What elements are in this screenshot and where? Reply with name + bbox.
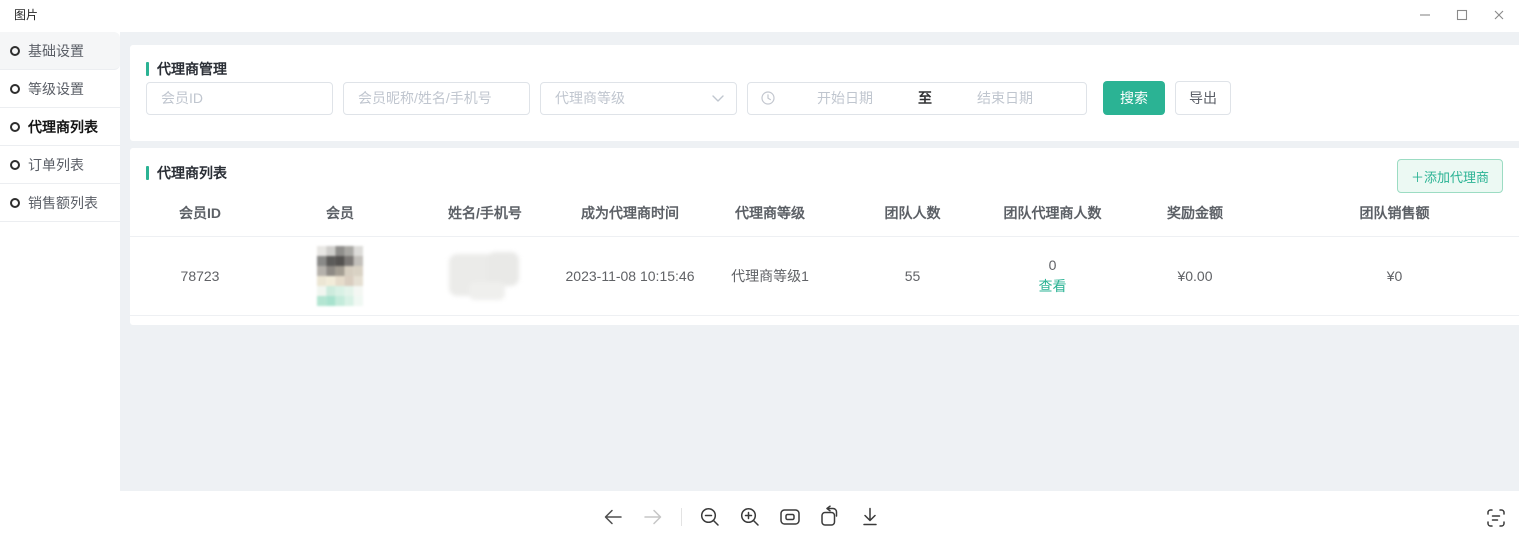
circle-icon (10, 122, 20, 132)
table-title-text: 代理商列表 (157, 163, 227, 183)
viewer-toolbar (601, 505, 882, 529)
circle-icon (10, 46, 20, 56)
sidebar-item-label: 等级设置 (28, 79, 84, 99)
column-header-member: 会员 (270, 203, 410, 223)
table-title: 代理商列表 (146, 163, 227, 183)
agent-level-select[interactable]: 代理商等级 (540, 82, 737, 115)
team-agent-count-value: 0 (1049, 257, 1057, 273)
table-header-row: 会员ID 会员 姓名/手机号 成为代理商时间 代理商等级 团队人数 团队代理商人… (130, 196, 1519, 230)
start-date-input[interactable] (776, 90, 914, 106)
circle-icon (10, 84, 20, 94)
image-viewer-window: 图片 基础设置 等级设置 代理商列表 订单列表 (0, 0, 1519, 535)
agent-management-panel: 代理商管理 代理商等级 至 (130, 45, 1519, 141)
avatar (317, 246, 363, 306)
minimize-icon (1419, 9, 1431, 21)
sidebar-item-level-settings[interactable]: 等级设置 (0, 70, 120, 108)
view-link[interactable]: 查看 (1039, 276, 1067, 296)
cell-team-agent-count: 0 查看 (985, 257, 1120, 296)
title-accent-bar (146, 166, 149, 180)
date-range-picker[interactable]: 至 (747, 82, 1087, 115)
viewer-footer (0, 491, 1519, 535)
end-date-input[interactable] (936, 90, 1074, 106)
maximize-icon (1456, 9, 1468, 21)
cell-member-avatar (270, 246, 410, 306)
cell-agent-level: 代理商等级1 (700, 266, 840, 286)
cell-team-count: 55 (840, 268, 985, 284)
member-name-input[interactable] (343, 82, 530, 115)
search-form: 代理商等级 至 搜索 导出 (146, 81, 1231, 115)
column-header-member-id: 会员ID (130, 203, 270, 223)
panel-title-text: 代理商管理 (157, 59, 227, 79)
column-header-reward-amount: 奖励金额 (1120, 203, 1270, 223)
panel-title: 代理商管理 (146, 59, 227, 79)
cell-member-id: 78723 (130, 268, 270, 284)
download-icon (858, 505, 882, 529)
title-accent-bar (146, 62, 149, 76)
column-header-team-count: 团队人数 (840, 203, 985, 223)
back-icon (601, 505, 625, 529)
titlebar: 图片 (0, 0, 1519, 32)
circle-icon (10, 198, 20, 208)
maximize-button[interactable] (1443, 0, 1480, 30)
cell-reward-amount: ¥0.00 (1120, 268, 1270, 284)
back-button[interactable] (601, 505, 625, 529)
sidebar: 基础设置 等级设置 代理商列表 订单列表 销售额列表 (0, 32, 120, 491)
cell-become-time: 2023-11-08 10:15:46 (560, 268, 700, 284)
column-header-agent-level: 代理商等级 (700, 203, 840, 223)
table-row: 78723 2023-11-08 10:1 (130, 236, 1519, 316)
minimize-button[interactable] (1406, 0, 1443, 30)
sidebar-item-label: 基础设置 (28, 41, 84, 61)
zoom-in-button[interactable] (738, 505, 762, 529)
date-range-separator: 至 (914, 88, 936, 108)
sidebar-item-label: 代理商列表 (28, 117, 98, 137)
column-header-team-agent-count: 团队代理商人数 (985, 203, 1120, 223)
sidebar-item-basic-settings[interactable]: 基础设置 (0, 32, 120, 70)
export-button[interactable]: 导出 (1175, 81, 1231, 115)
sidebar-item-sales-list[interactable]: 销售额列表 (0, 184, 120, 222)
close-icon (1493, 9, 1505, 21)
blurred-name (449, 252, 521, 300)
fit-to-window-button[interactable] (778, 505, 802, 529)
sidebar-item-order-list[interactable]: 订单列表 (0, 146, 120, 184)
member-id-input[interactable] (146, 82, 333, 115)
forward-button[interactable] (641, 505, 665, 529)
column-header-become-time: 成为代理商时间 (560, 203, 700, 223)
forward-icon (641, 505, 665, 529)
sidebar-item-agent-list[interactable]: 代理商列表 (0, 108, 120, 146)
window-controls (1406, 0, 1517, 30)
circle-icon (10, 160, 20, 170)
ocr-scan-icon (1486, 508, 1506, 528)
close-button[interactable] (1480, 0, 1517, 30)
rotate-button[interactable] (818, 505, 842, 529)
main-content: 代理商管理 代理商等级 至 (120, 32, 1519, 491)
cell-name-phone (410, 252, 560, 300)
zoom-out-button[interactable] (698, 505, 722, 529)
sidebar-item-label: 订单列表 (28, 155, 84, 175)
chevron-down-icon (712, 95, 724, 103)
zoom-out-icon (698, 505, 722, 529)
download-button[interactable] (858, 505, 882, 529)
clock-icon (760, 90, 776, 106)
column-header-name-phone: 姓名/手机号 (410, 203, 560, 223)
zoom-in-icon (738, 505, 762, 529)
window-title: 图片 (14, 6, 38, 23)
column-header-team-sales: 团队销售额 (1270, 203, 1519, 223)
fit-to-window-icon (778, 505, 802, 529)
search-button[interactable]: 搜索 (1103, 81, 1165, 115)
rotate-icon (818, 505, 842, 529)
add-agent-button[interactable]: ＋添加代理商 (1397, 159, 1503, 193)
select-placeholder: 代理商等级 (555, 88, 625, 108)
cell-team-sales: ¥0 (1270, 268, 1519, 284)
sidebar-item-label: 销售额列表 (28, 193, 98, 213)
agent-list-panel: 代理商列表 ＋添加代理商 会员ID 会员 姓名/手机号 成为代理商时间 代理商等… (130, 148, 1519, 325)
toolbar-divider (681, 508, 682, 526)
ocr-scan-button[interactable] (1485, 507, 1507, 529)
